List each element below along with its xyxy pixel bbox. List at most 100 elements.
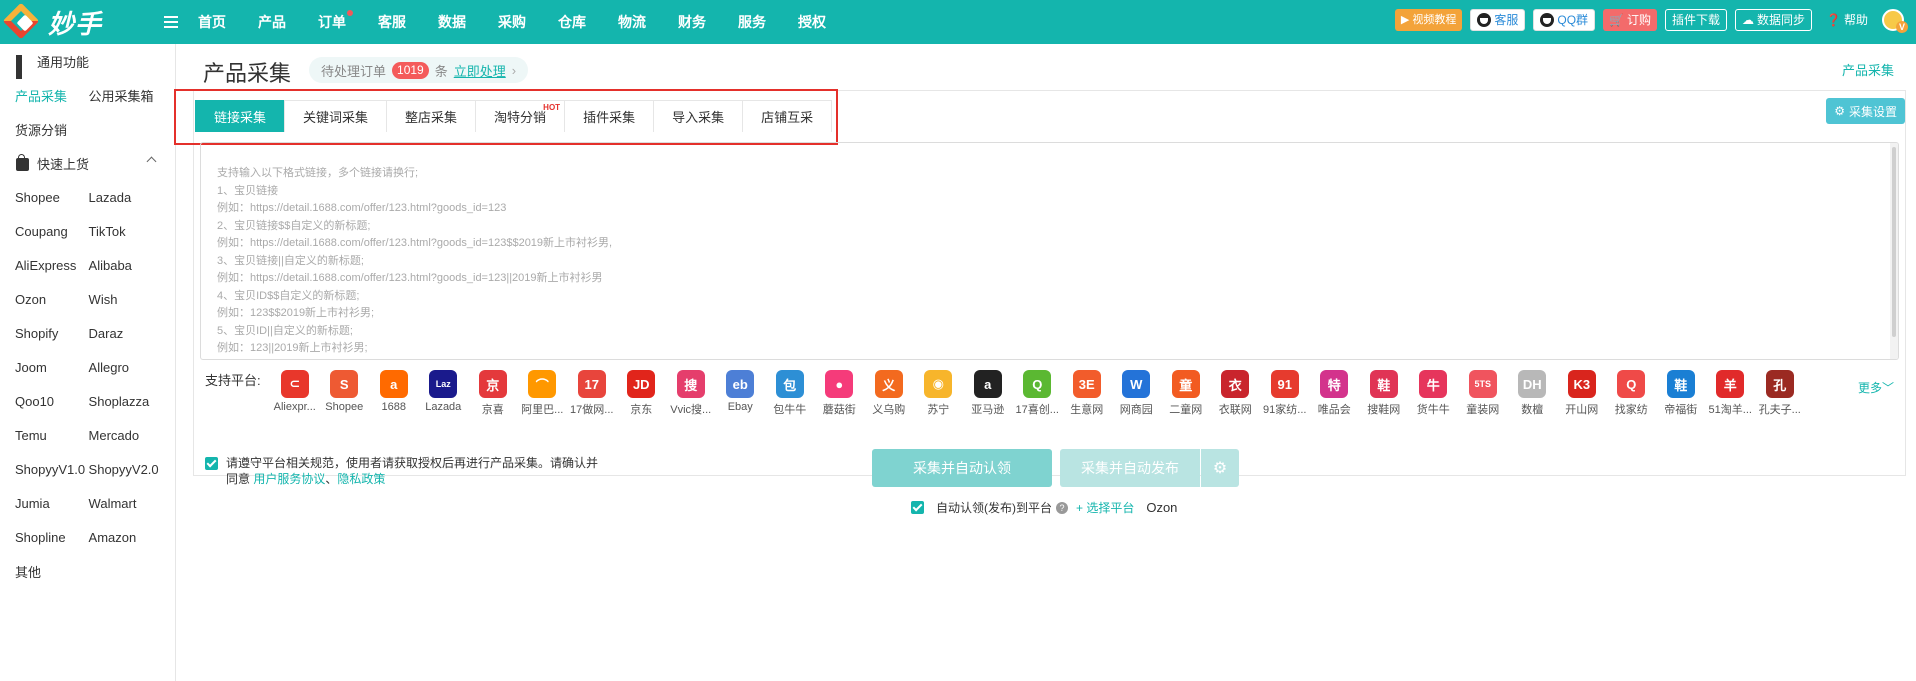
sidebar-platform-item[interactable]: ShopyyV2.0 bbox=[89, 462, 175, 477]
platform-item[interactable]: 衣衣联网 bbox=[1211, 370, 1261, 417]
platform-item[interactable]: Laz Lazada bbox=[419, 370, 469, 417]
platform-item[interactable]: K3 开山网 bbox=[1557, 370, 1607, 417]
platform-item[interactable]: 牛货牛牛 bbox=[1409, 370, 1459, 417]
platform-item[interactable]: 童二童网 bbox=[1161, 370, 1211, 417]
platform-item[interactable]: 义义乌购 bbox=[864, 370, 914, 417]
platform-item[interactable]: ● 蘑菇街 bbox=[815, 370, 865, 417]
menu-toggle-icon[interactable] bbox=[156, 16, 186, 28]
sidebar-platform-item[interactable]: Alibaba bbox=[89, 258, 175, 273]
platform-item[interactable]: Q 17喜创... bbox=[1013, 370, 1063, 417]
sidebar-platform-item[interactable]: Lazada bbox=[89, 190, 175, 205]
nav-item[interactable]: 财务 bbox=[678, 12, 706, 32]
scrollbar[interactable] bbox=[1890, 143, 1898, 359]
sidebar-platform-item[interactable]: AliExpress bbox=[0, 258, 89, 273]
platform-item[interactable]: 孔孔夫子... bbox=[1755, 370, 1805, 417]
nav-item[interactable]: 仓库 bbox=[558, 12, 586, 32]
platform-item[interactable]: 5TS 童装网 bbox=[1458, 370, 1508, 417]
user-agreement-link[interactable]: 用户服务协议 bbox=[253, 472, 325, 486]
platform-item[interactable]: 京京喜 bbox=[468, 370, 518, 417]
logo[interactable]: 妙手 bbox=[0, 0, 150, 44]
video-tutorial-button[interactable]: ▶ 视频教程 bbox=[1394, 9, 1463, 31]
platform-item[interactable]: 包包牛牛 bbox=[765, 370, 815, 417]
qq-group-button[interactable]: QQ群 bbox=[1533, 9, 1596, 31]
platform-name: 生意网 bbox=[1070, 404, 1104, 416]
plugin-download-button[interactable]: 插件下载 bbox=[1665, 9, 1728, 31]
sidebar-platform-item[interactable]: TikTok bbox=[89, 224, 175, 239]
nav-item[interactable]: 产品 bbox=[258, 12, 286, 32]
auto-claim-checkbox[interactable] bbox=[911, 501, 924, 514]
nav-item[interactable]: 采购 bbox=[498, 12, 526, 32]
chevron-up-icon[interactable] bbox=[146, 156, 157, 167]
platform-item[interactable]: Q 找家纺 bbox=[1607, 370, 1657, 417]
sidebar-platform-item[interactable]: Qoo10 bbox=[0, 394, 89, 409]
sidebar-platform-item[interactable]: Joom bbox=[0, 360, 89, 375]
platform-item[interactable]: 鞋帝福街 bbox=[1656, 370, 1706, 417]
sidebar-platform-item[interactable]: Shopee bbox=[0, 190, 89, 205]
sidebar-platform-item[interactable]: Amazon bbox=[89, 530, 175, 545]
nav-item[interactable]: 首页 bbox=[198, 12, 226, 32]
help-icon[interactable]: ? bbox=[1056, 501, 1068, 514]
sidebar-item-public-box[interactable]: 公用采集箱 bbox=[89, 86, 175, 105]
process-now-link[interactable]: 立即处理 bbox=[454, 61, 506, 80]
sidebar-section-general[interactable]: 通用功能 bbox=[0, 44, 175, 79]
select-platform-link[interactable]: + 选择平台 bbox=[1076, 499, 1134, 516]
publish-settings-button[interactable]: ⚙ bbox=[1201, 449, 1239, 487]
platform-item[interactable]: eb Ebay bbox=[716, 370, 766, 417]
nav-item[interactable]: 授权 bbox=[798, 12, 826, 32]
order-button[interactable]: 🛒 订购 bbox=[1603, 9, 1657, 31]
platform-logo-icon: a bbox=[973, 370, 1002, 398]
platform-item[interactable]: 搜 Vvic搜... bbox=[666, 370, 716, 417]
sidebar-platform-item[interactable]: Ozon bbox=[0, 292, 89, 307]
collect-and-claim-button[interactable]: 采集并自动认领 bbox=[872, 449, 1052, 487]
sidebar-platform-item[interactable]: Shoplazza bbox=[89, 394, 175, 409]
nav-item[interactable]: 订单 bbox=[318, 10, 353, 32]
nav-item[interactable]: 物流 bbox=[618, 12, 646, 32]
link-input-textarea[interactable]: 支持输入以下格式链接，多个链接请换行; 1、宝贝链接 例如：https://deta… bbox=[200, 142, 1899, 360]
collect-settings-button[interactable]: ⚙ 采集设置 bbox=[1826, 98, 1905, 124]
sidebar-section-quick-upload[interactable]: 快速上货 bbox=[0, 146, 175, 180]
sidebar-item-supply[interactable]: 货源分销 bbox=[0, 120, 120, 139]
topbar-actions: ▶ 视频教程 客服 QQ群 🛒 订购 插件下载 ☁ 数据同步 ❓ 帮助 bbox=[1394, 9, 1908, 33]
sidebar-platform-item[interactable]: Allegro bbox=[89, 360, 175, 375]
platform-item[interactable]: a 1688 bbox=[369, 370, 419, 417]
user-avatar[interactable] bbox=[1882, 9, 1908, 33]
platform-item[interactable]: 鞋搜鞋网 bbox=[1359, 370, 1409, 417]
sidebar-item-product-collect[interactable]: 产品采集 bbox=[0, 86, 89, 105]
collect-and-publish-button[interactable]: 采集并自动发布 bbox=[1060, 449, 1200, 487]
sidebar-platform-item[interactable]: Temu bbox=[0, 428, 89, 443]
data-sync-button[interactable]: ☁ 数据同步 bbox=[1735, 9, 1813, 31]
sidebar-item-other[interactable]: 其他 bbox=[0, 562, 89, 581]
nav-item[interactable]: 数据 bbox=[438, 12, 466, 32]
platform-item[interactable]: ⊂ Aliexpr... bbox=[270, 370, 320, 417]
customer-service-button[interactable]: 客服 bbox=[1470, 9, 1526, 31]
platform-item[interactable]: W 网商园 bbox=[1112, 370, 1162, 417]
platform-name: 阿里巴... bbox=[521, 404, 564, 416]
platform-item[interactable]: S Shopee bbox=[320, 370, 370, 417]
sidebar-platform-item[interactable]: Coupang bbox=[0, 224, 89, 239]
platform-item[interactable]: 羊 51淘羊... bbox=[1706, 370, 1756, 417]
agree-checkbox[interactable] bbox=[205, 457, 218, 470]
platform-item[interactable]: 17 17做网... bbox=[567, 370, 617, 417]
sidebar-platform-item[interactable]: Shopify bbox=[0, 326, 89, 341]
nav-item[interactable]: 服务 bbox=[738, 12, 766, 32]
sidebar-platform-item[interactable]: Jumia bbox=[0, 496, 89, 511]
sidebar-platform-item[interactable]: Shopline bbox=[0, 530, 89, 545]
platform-item[interactable]: 91 91家纺... bbox=[1260, 370, 1310, 417]
platform-item[interactable]: 3E 生意网 bbox=[1062, 370, 1112, 417]
sidebar-platform-item[interactable]: Mercado bbox=[89, 428, 175, 443]
platform-item[interactable]: ⌒ 阿里巴... bbox=[518, 370, 568, 417]
platform-item[interactable]: ◉ 苏宁 bbox=[914, 370, 964, 417]
help-button[interactable]: ❓ 帮助 bbox=[1820, 9, 1874, 31]
sidebar-platform-item[interactable]: Wish bbox=[89, 292, 175, 307]
privacy-policy-link[interactable]: 隐私政策 bbox=[337, 472, 385, 486]
platform-item[interactable]: JD 京东 bbox=[617, 370, 667, 417]
more-platforms-button[interactable]: 更多﹀ bbox=[1858, 379, 1894, 396]
breadcrumb[interactable]: 产品采集 bbox=[1842, 60, 1894, 79]
platform-item[interactable]: a 亚马逊 bbox=[963, 370, 1013, 417]
sidebar-platform-item[interactable]: Walmart bbox=[89, 496, 175, 511]
nav-item[interactable]: 客服 bbox=[378, 12, 406, 32]
sidebar-platform-item[interactable]: Daraz bbox=[89, 326, 175, 341]
platform-item[interactable]: DH 数檀 bbox=[1508, 370, 1558, 417]
sidebar-platform-item[interactable]: ShopyyV1.0 bbox=[0, 462, 89, 477]
platform-item[interactable]: 特唯品会 bbox=[1310, 370, 1360, 417]
